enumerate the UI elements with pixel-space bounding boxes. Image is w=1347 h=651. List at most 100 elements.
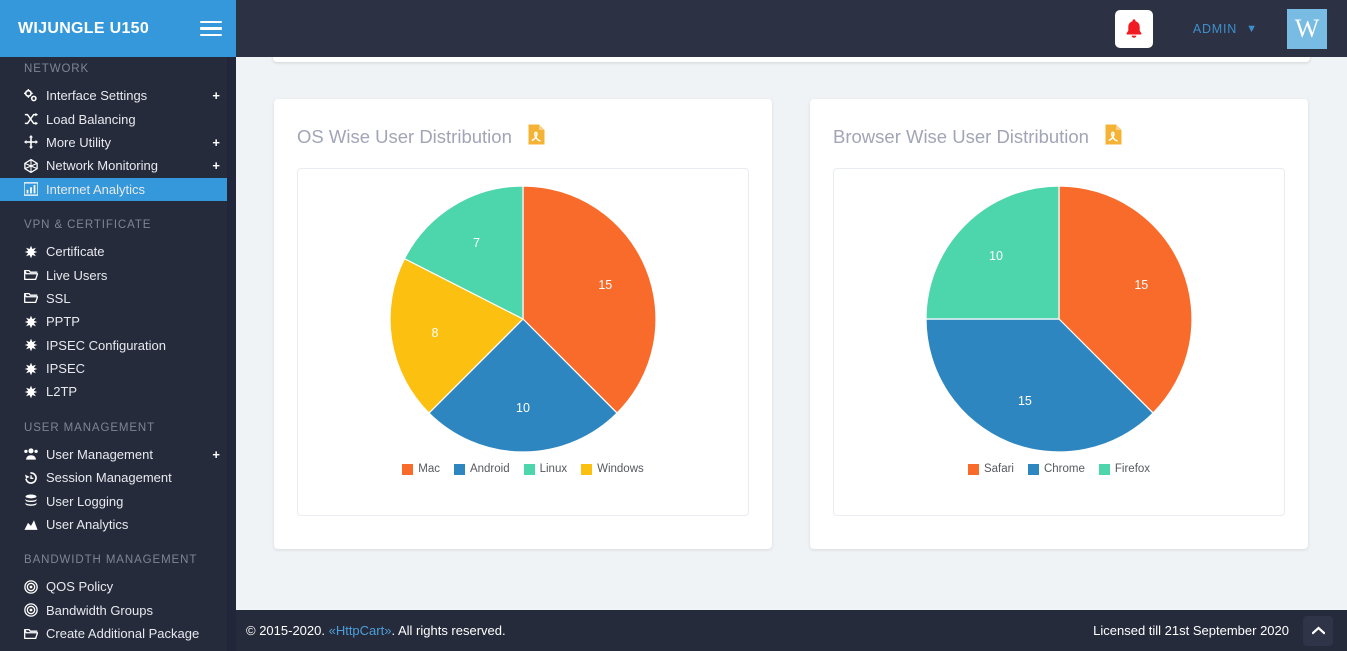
legend-item[interactable]: Windows — [581, 463, 644, 475]
sidebar-item-l2tp[interactable]: L2TP — [0, 380, 236, 403]
asterisk-icon — [24, 338, 46, 352]
expand-plus-icon[interactable]: + — [212, 448, 220, 461]
shuffle-icon — [24, 112, 46, 126]
gears-icon — [24, 88, 46, 103]
avatar[interactable]: W — [1287, 8, 1327, 49]
sidebar-item-label: PPTP — [46, 314, 80, 330]
legend-label: Chrome — [1043, 463, 1085, 475]
database-icon — [24, 494, 46, 508]
sidebar-item-label: User Logging — [46, 493, 124, 509]
avatar-letter: W — [1294, 13, 1320, 43]
legend-label: Firefox — [1114, 463, 1151, 475]
folder-icon — [24, 627, 46, 641]
copyright-pre: © 2015-2020. — [246, 623, 329, 638]
sidebar-item-qos-policy[interactable]: QOS Policy — [0, 575, 236, 598]
sidebar-item-ipsec[interactable]: IPSEC — [0, 357, 236, 380]
legend-swatch — [453, 463, 465, 475]
chart-card: Browser Wise User Distribution 15 15 10 Safa… — [810, 99, 1308, 549]
sidebar-item-label: Load Balancing — [46, 111, 136, 127]
expand-plus-icon[interactable]: + — [212, 136, 220, 149]
legend-swatch — [1098, 463, 1110, 475]
sidebar-section-title: VPN & CERTIFICATE — [24, 218, 152, 231]
legend-item[interactable]: Safari — [967, 463, 1014, 475]
sidebar-item-network-monitoring[interactable]: Network Monitoring + — [0, 154, 236, 177]
sidebar-item-interface-settings[interactable]: Interface Settings + — [0, 84, 236, 107]
brand-title: WIJUNGLE U150 — [18, 19, 150, 37]
expand-plus-icon[interactable]: + — [212, 159, 220, 172]
sidebar-item-user-logging[interactable]: User Logging — [0, 489, 236, 512]
pdf-export-icon[interactable] — [1105, 124, 1122, 150]
bar-chart-icon — [24, 182, 46, 197]
sidebar-item-label: User Analytics — [46, 517, 129, 533]
chart-card: OS Wise User Distribution 15 10 8 7 Mac Androi… — [274, 99, 772, 549]
legend-item[interactable]: Firefox — [1098, 463, 1151, 475]
asterisk-icon — [24, 315, 46, 329]
sidebar-item-ipsec-configuration[interactable]: IPSEC Configuration — [0, 334, 236, 357]
sidebar-item-user-management[interactable]: User Management + — [0, 443, 236, 466]
card-header: Browser Wise User Distribution — [833, 124, 1285, 150]
legend-item[interactable]: Android — [453, 463, 510, 475]
sidebar-item-user-analytics[interactable]: User Analytics — [0, 513, 236, 536]
sidebar-item-more-utility[interactable]: More Utility + — [0, 131, 236, 154]
copyright-post: . All rights reserved. — [391, 623, 506, 638]
sidebar-item-live-users[interactable]: Live Users — [0, 263, 236, 286]
sidebar-nav: NETWORK Interface Settings + Load Balancing… — [0, 57, 236, 651]
target-icon — [24, 580, 46, 594]
license-text: Licensed till 21st September 2020 — [1093, 623, 1289, 638]
cube-icon — [24, 158, 46, 173]
sidebar-item-label: Bandwidth Groups — [46, 602, 153, 618]
chevron-down-icon: ▼ — [1246, 22, 1257, 35]
sidebar-item-label: Session Management — [46, 470, 172, 486]
admin-label: ADMIN — [1192, 21, 1238, 36]
sidebar-item-ssl[interactable]: SSL — [0, 287, 236, 310]
legend-item[interactable]: Chrome — [1027, 463, 1085, 475]
bell-icon — [1126, 19, 1142, 38]
sidebar-item-internet-analytics[interactable]: Internet Analytics — [0, 177, 236, 201]
card-title: OS Wise User Distribution — [297, 126, 512, 147]
brand-bar: WIJUNGLE U150 — [0, 0, 236, 57]
expand-plus-icon[interactable]: + — [212, 89, 220, 102]
sidebar-item-bandwidth-groups[interactable]: Bandwidth Groups — [0, 599, 236, 622]
pie-chart: 15 15 10 — [925, 185, 1193, 453]
legend-item[interactable]: Linux — [523, 463, 567, 475]
sidebar-item-certificate[interactable]: Certificate — [0, 240, 236, 263]
sidebar-item-label: IPSEC Configuration — [46, 337, 166, 353]
sidebar-item-label: Create Additional Package — [46, 626, 200, 642]
scroll-to-top-button[interactable] — [1303, 615, 1333, 646]
pie-chart: 15 10 8 7 — [389, 185, 657, 453]
pdf-export-icon[interactable] — [528, 124, 545, 150]
card-header: OS Wise User Distribution — [297, 124, 749, 150]
sidebar-item-label: Certificate — [46, 244, 105, 260]
sidebar-item-load-balancing[interactable]: Load Balancing — [0, 107, 236, 130]
charts-row: OS Wise User Distribution 15 10 8 7 Mac Androi… — [274, 99, 1308, 549]
sidebar-item-session-management[interactable]: Session Management — [0, 466, 236, 489]
sidebar: WIJUNGLE U150 NETWORK Interface Settings +… — [0, 0, 236, 651]
footer: © 2015-2020. «HttpCart». All rights rese… — [236, 610, 1347, 651]
sidebar-item-create-additional-package[interactable]: Create Additional Package — [0, 622, 236, 645]
legend-item[interactable]: Mac — [402, 463, 440, 475]
httpcart-link[interactable]: «HttpCart» — [329, 623, 392, 638]
sidebar-item-label: QOS Policy — [46, 579, 114, 595]
sidebar-section-title: BANDWIDTH MANAGEMENT — [24, 554, 198, 567]
partial-card-above — [273, 57, 1310, 62]
sidebar-item-label: SSL — [46, 290, 71, 306]
history-icon — [24, 471, 46, 485]
asterisk-icon — [24, 385, 46, 399]
chart-area: 15 10 8 7 Mac Android Linux Windows — [297, 168, 749, 516]
pie-slice[interactable] — [925, 185, 1060, 320]
admin-menu[interactable]: ADMIN ▼ — [1193, 22, 1257, 36]
legend-swatch — [523, 463, 535, 475]
folder-icon — [24, 291, 46, 305]
chart-area: 15 15 10 Safari Chrome Firefox — [833, 168, 1285, 516]
sidebar-scrollbar[interactable] — [227, 57, 236, 651]
legend-label: Safari — [983, 463, 1014, 475]
hamburger-icon[interactable] — [200, 17, 222, 41]
asterisk-icon — [24, 245, 46, 259]
legend-swatch — [1027, 463, 1039, 475]
sidebar-item-label: More Utility — [46, 134, 112, 150]
notifications-button[interactable] — [1114, 9, 1153, 48]
sidebar-item-label: User Management — [46, 446, 153, 462]
chart-legend: Safari Chrome Firefox — [967, 463, 1151, 475]
sidebar-item-pptp[interactable]: PPTP — [0, 310, 236, 333]
legend-swatch — [402, 463, 414, 475]
